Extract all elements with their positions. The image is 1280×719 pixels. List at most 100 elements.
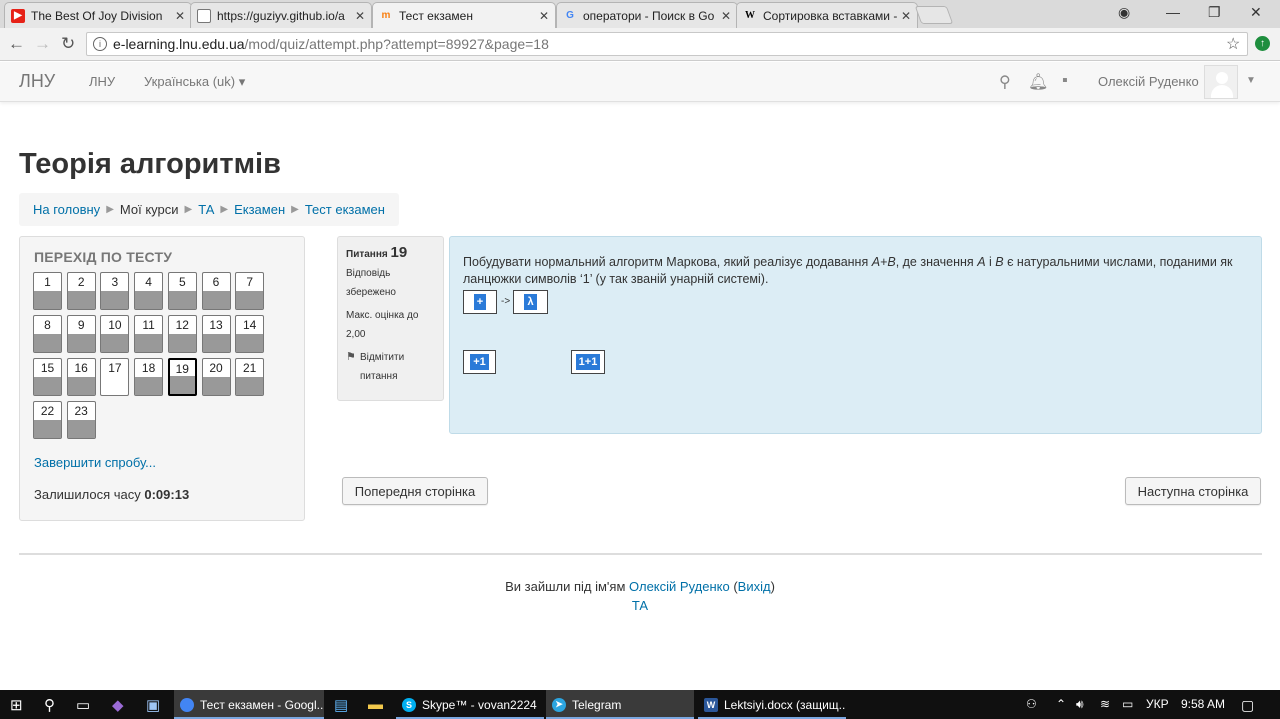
breadcrumb-home[interactable]: На головну — [33, 202, 100, 217]
quiz-nav-button-1[interactable]: 1 — [33, 272, 62, 310]
taskbar-app-skype[interactable]: S Skype™ - vovan2224 — [396, 690, 544, 719]
bookmark-star-icon[interactable]: ☆ — [1226, 34, 1240, 54]
quiz-nav-button-20[interactable]: 20 — [201, 358, 231, 396]
drop-zone-rule-left[interactable]: + — [463, 290, 497, 314]
close-icon[interactable]: ✕ — [539, 9, 549, 23]
drag-item-1[interactable]: +1 — [463, 350, 496, 374]
drag-item-2[interactable]: 1+1 — [571, 350, 605, 374]
footer-user-link[interactable]: Олексій Руденко — [629, 579, 730, 594]
restore-icon[interactable]: ❐ — [1208, 4, 1221, 21]
new-tab-button[interactable] — [914, 6, 954, 24]
extension-icon[interactable]: ↑ — [1255, 36, 1270, 51]
quiz-nav-button-4[interactable]: 4 — [134, 272, 164, 310]
quiz-nav-button-3[interactable]: 3 — [100, 272, 130, 310]
next-page-button[interactable]: Наступна сторінка — [1125, 477, 1261, 505]
quiz-nav-button-12[interactable]: 12 — [167, 315, 197, 353]
task-view-icon[interactable]: ▭ — [76, 696, 90, 714]
app-icon[interactable]: ▣ — [146, 696, 160, 714]
minimize-icon[interactable]: — — [1166, 4, 1180, 20]
volume-icon[interactable]: 🔊︎ — [1076, 697, 1084, 712]
logout-link[interactable]: Вихід — [738, 579, 771, 594]
drag-item-label[interactable]: +1 — [470, 354, 489, 370]
nav-link-lnu[interactable]: ЛНУ — [89, 74, 115, 89]
quiz-nav-button-label: 12 — [175, 318, 189, 332]
battery-icon[interactable]: ▭ — [1122, 697, 1133, 711]
rule-right-token[interactable]: λ — [524, 294, 537, 310]
previous-page-button[interactable]: Попередня сторінка — [342, 477, 488, 505]
flag-question-toggle[interactable]: ⚑ Відмітити питання — [346, 348, 435, 386]
footer-course-link[interactable]: ТА — [0, 598, 1280, 613]
profile-icon[interactable]: ◉ — [1118, 4, 1130, 21]
quiz-nav-button-15[interactable]: 15 — [33, 358, 62, 396]
language-menu[interactable]: Українська (uk) ▾ — [144, 74, 245, 90]
quiz-nav-button-7[interactable]: 7 — [235, 272, 265, 310]
keyboard-language[interactable]: УКР — [1146, 697, 1169, 711]
drag-item-label[interactable]: 1+1 — [575, 354, 601, 370]
info-icon[interactable]: i — [93, 37, 107, 51]
search-icon[interactable]: ⚲ — [999, 72, 1011, 92]
site-brand[interactable]: ЛНУ — [19, 71, 55, 92]
back-icon[interactable]: ← — [8, 34, 25, 54]
quiz-nav-button-21[interactable]: 21 — [235, 358, 265, 396]
quiz-nav-button-label: 20 — [209, 361, 223, 375]
address-bar[interactable]: i e-learning.lnu.edu.ua/mod/quiz/attempt… — [86, 32, 1248, 56]
browser-tab-3-active[interactable]: m Тест екзамен ✕ — [372, 2, 556, 28]
browser-tab-1[interactable]: ▶ The Best Of Joy Division ✕ — [4, 2, 192, 28]
quiz-nav-button-16[interactable]: 16 — [66, 358, 96, 396]
quiz-nav-button-19[interactable]: 19 — [167, 358, 197, 396]
close-icon[interactable]: ✕ — [721, 9, 731, 23]
visual-studio-icon[interactable]: ◆ — [112, 696, 124, 714]
windows-start-icon[interactable]: ⊞ — [10, 696, 23, 714]
rule-left-token[interactable]: + — [473, 294, 487, 310]
breadcrumb-test[interactable]: Тест екзамен — [305, 202, 385, 217]
chevron-up-icon[interactable]: ⌃ — [1056, 697, 1066, 711]
drop-zone-rule-right[interactable]: λ — [513, 290, 548, 314]
quiz-nav-button-2[interactable]: 2 — [66, 272, 96, 310]
question-text-part: , де значення — [895, 255, 978, 269]
browser-tab-2[interactable]: https://guziyv.github.io/a ✕ — [190, 2, 372, 28]
notification-bell-icon[interactable]: 🔔︎ — [1028, 72, 1048, 92]
breadcrumb-exam[interactable]: Екзамен — [234, 202, 285, 217]
quiz-nav-button-6[interactable]: 6 — [201, 272, 231, 310]
finish-attempt-link[interactable]: Завершити спробу... — [34, 455, 156, 470]
quiz-nav-button-14[interactable]: 14 — [235, 315, 265, 353]
terminal-icon[interactable]: ▤ — [334, 696, 348, 714]
quiz-nav-button-9[interactable]: 9 — [66, 315, 96, 353]
quiz-nav-button-17[interactable]: 17 — [100, 358, 130, 396]
page-icon — [197, 8, 211, 23]
quiz-nav-button-18[interactable]: 18 — [134, 358, 164, 396]
system-clock[interactable]: 9:58 AM — [1181, 697, 1225, 711]
browser-tab-4[interactable]: G оператори - Поиск в Go ✕ — [556, 2, 738, 28]
quiz-nav-button-5[interactable]: 5 — [167, 272, 197, 310]
chevron-down-icon[interactable]: ▼ — [1246, 75, 1256, 86]
quiz-nav-button-10[interactable]: 10 — [100, 315, 130, 353]
close-icon[interactable]: ✕ — [355, 9, 365, 23]
close-icon[interactable]: ✕ — [901, 9, 911, 23]
taskbar-app-chrome[interactable]: Тест екзамен - Googl... — [174, 690, 324, 719]
browser-tab-5[interactable]: W Сортировка вставками - ✕ — [736, 2, 918, 28]
breadcrumb-course[interactable]: ТА — [198, 202, 214, 217]
url-host: e-learning.lnu.edu.ua — [113, 36, 245, 52]
avatar[interactable] — [1204, 65, 1238, 99]
quiz-nav-button-23[interactable]: 23 — [66, 401, 96, 439]
taskbar-app-telegram[interactable]: ➤ Telegram — [546, 690, 694, 719]
wifi-icon[interactable]: ≋ — [1100, 697, 1110, 711]
question-text-part: Побудувати нормальний алгоритм Маркова, … — [463, 255, 872, 269]
file-explorer-icon[interactable]: ▬ — [368, 696, 383, 713]
close-icon[interactable]: ✕ — [175, 9, 185, 23]
quiz-nav-button-label: 3 — [111, 275, 119, 289]
quiz-nav-button-22[interactable]: 22 — [33, 401, 62, 439]
taskbar-app-word[interactable]: W Lektsiyi.docx (защищ... — [698, 690, 846, 719]
answered-indicator — [34, 377, 61, 395]
forward-icon[interactable]: → — [34, 34, 51, 54]
quiz-nav-button-13[interactable]: 13 — [201, 315, 231, 353]
window-close-icon[interactable]: ✕ — [1250, 4, 1262, 21]
quiz-nav-button-8[interactable]: 8 — [33, 315, 62, 353]
action-center-icon[interactable]: ▢ — [1241, 697, 1254, 714]
quiz-nav-button-11[interactable]: 11 — [134, 315, 164, 353]
user-menu-name[interactable]: Олексій Руденко — [1098, 74, 1199, 89]
reload-icon[interactable]: ↻ — [61, 34, 75, 54]
search-icon[interactable]: ⚲ — [44, 696, 55, 714]
people-icon[interactable]: ⚇ — [1026, 697, 1037, 711]
messages-icon[interactable]: ▪ — [1062, 72, 1068, 90]
